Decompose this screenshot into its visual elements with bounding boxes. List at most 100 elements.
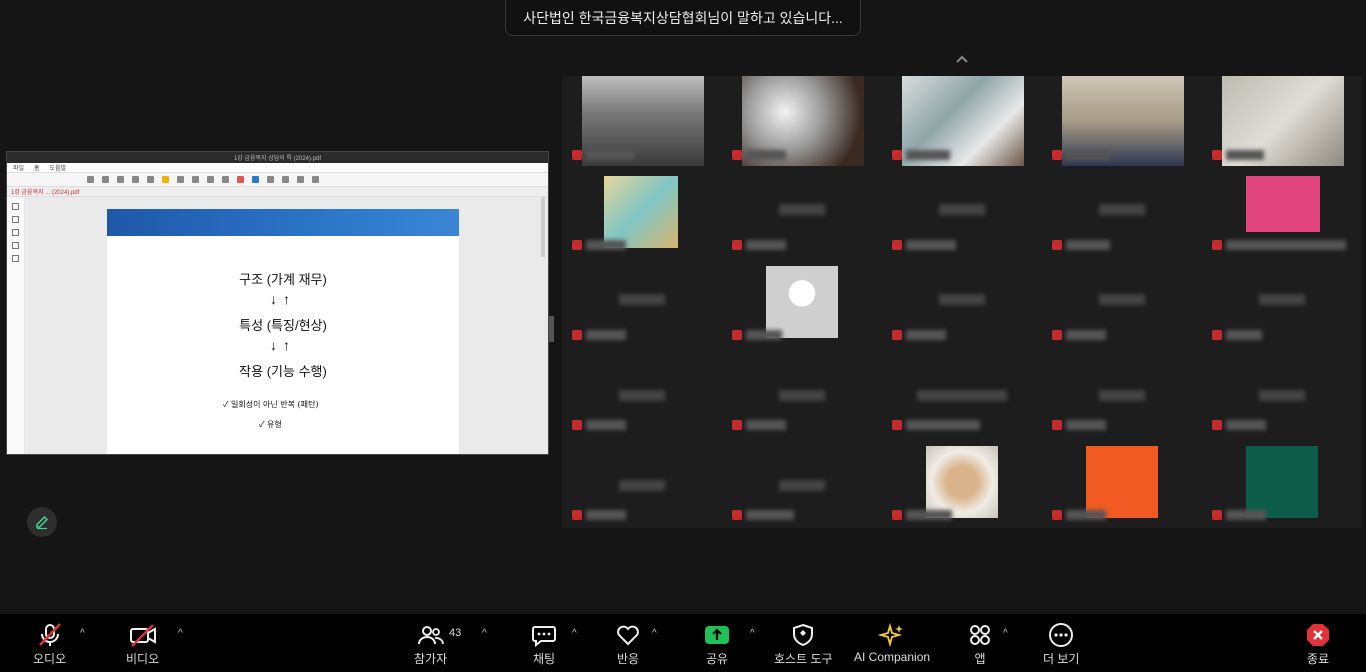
pdf-menubar: 파일 홈 도움말	[7, 163, 548, 173]
slide-arrows: ↓↑	[270, 337, 296, 353]
participant-tile[interactable]	[1202, 346, 1362, 436]
participant-tile[interactable]	[1042, 256, 1202, 346]
slide-banner	[107, 209, 459, 236]
mic-muted-icon	[732, 150, 742, 160]
resize-handle[interactable]	[549, 316, 554, 342]
heart-icon	[617, 625, 639, 646]
mic-muted-icon	[892, 240, 902, 250]
mic-muted-icon	[732, 330, 742, 340]
share-options-caret[interactable]: ^	[750, 628, 755, 639]
participant-tile[interactable]	[562, 166, 722, 256]
apps-icon	[970, 625, 990, 645]
more-button[interactable]: 더 보기	[1043, 622, 1079, 667]
mic-muted-icon	[1052, 240, 1062, 250]
pdf-page: 구조 (가계 재무) ↓↑ 특성 (특징/현상) ↓↑ 작용 (기능 수행) ✓…	[107, 209, 459, 454]
participant-count: 43	[449, 627, 462, 639]
mic-muted-icon	[732, 420, 742, 430]
attach-icon[interactable]	[12, 242, 19, 249]
participant-tile[interactable]	[882, 346, 1042, 436]
participant-tile[interactable]	[1202, 436, 1362, 526]
more-icon	[1049, 623, 1074, 647]
slide-bullet: ✓ 유형	[259, 420, 282, 429]
participant-tile[interactable]	[882, 76, 1042, 166]
mic-muted-icon	[1052, 330, 1062, 340]
apps-button[interactable]: 앱	[967, 622, 993, 667]
participant-tile[interactable]	[1202, 166, 1362, 256]
pdf-tab[interactable]: 1강 금융복지 ... (2024).pdf	[7, 187, 548, 197]
participant-tile[interactable]	[562, 256, 722, 346]
participant-tile[interactable]	[1202, 256, 1362, 346]
avatar	[1246, 446, 1318, 518]
thumbnail-icon[interactable]	[12, 203, 19, 210]
mic-muted-icon	[732, 510, 742, 520]
participant-tile[interactable]	[722, 436, 882, 526]
gallery-view	[562, 76, 1362, 528]
mic-muted-icon	[892, 330, 902, 340]
slide-bullet: ✓ 일회성이 아닌 반복 (패턴)	[223, 400, 319, 409]
video-button[interactable]: 비디오	[126, 622, 159, 667]
end-icon	[1307, 624, 1329, 646]
participant-tile[interactable]	[562, 436, 722, 526]
participants-icon	[417, 626, 444, 645]
participants-options-caret[interactable]: ^	[482, 628, 487, 639]
react-button[interactable]: 반응	[614, 622, 642, 667]
shared-screen[interactable]: 1강 금융복지 상담의 특 (2024).pdf 파일 홈 도움말 1강 금융복…	[6, 151, 549, 455]
participant-tile[interactable]	[882, 256, 1042, 346]
video-off-icon	[129, 624, 156, 647]
share-button[interactable]: 공유	[704, 622, 730, 667]
mic-muted-icon	[1212, 510, 1222, 520]
mic-muted-icon	[1052, 510, 1062, 520]
pdf-scrollbar[interactable]	[541, 197, 545, 257]
avatar	[1246, 176, 1320, 232]
speaking-banner: 사단법인 한국금융복지상담협회님이 말하고 있습니다...	[505, 0, 861, 36]
comment-icon[interactable]	[12, 229, 19, 236]
participant-tile[interactable]	[1042, 76, 1202, 166]
slide-arrows: ↓↑	[270, 291, 296, 307]
participant-tile[interactable]	[1042, 346, 1202, 436]
gallery-collapse-icon[interactable]	[955, 54, 969, 64]
mic-muted-icon	[572, 330, 582, 340]
participant-tile[interactable]	[882, 166, 1042, 256]
mic-muted-icon	[1212, 420, 1222, 430]
share-screen-icon	[705, 626, 729, 644]
participant-tile[interactable]	[722, 76, 882, 166]
avatar	[604, 176, 678, 248]
participant-tile[interactable]	[722, 346, 882, 436]
meeting-toolbar: 오디오 ^ 비디오 ^ 참가자 43 ^ 채팅 ^ 반응 ^ 공유 ^ 호스트 …	[0, 614, 1366, 672]
mic-muted-icon	[1052, 150, 1062, 160]
apps-options-caret[interactable]: ^	[1003, 628, 1008, 639]
slide-line-structure: 구조 (가계 재무)	[239, 272, 327, 287]
participant-tile[interactable]	[722, 256, 882, 346]
annotate-button[interactable]	[27, 507, 57, 537]
pdf-window-title: 1강 금융복지 상담의 특 (2024).pdf	[7, 152, 548, 163]
menu-item[interactable]: 홈	[34, 163, 40, 172]
host-tools-button[interactable]: 호스트 도구	[774, 622, 833, 667]
chat-button[interactable]: 채팅	[530, 622, 558, 667]
participant-tile[interactable]	[1202, 76, 1362, 166]
audio-options-caret[interactable]: ^	[80, 628, 85, 639]
participant-tile[interactable]	[1042, 436, 1202, 526]
mic-muted-icon	[572, 420, 582, 430]
participant-tile[interactable]	[722, 166, 882, 256]
menu-item[interactable]: 파일	[13, 163, 24, 172]
meeting-window: 사단법인 한국금융복지상담협회님이 말하고 있습니다... 1강 금융복지 상담…	[0, 0, 1366, 672]
chat-icon	[532, 626, 556, 648]
mic-muted-icon	[1212, 240, 1222, 250]
ai-companion-button[interactable]: AI Companion	[854, 622, 930, 664]
bookmark-icon[interactable]	[12, 216, 19, 223]
chat-options-caret[interactable]: ^	[572, 628, 577, 639]
end-meeting-button[interactable]: 종료	[1305, 622, 1331, 667]
participant-tile[interactable]	[562, 346, 722, 436]
participant-tile[interactable]	[562, 76, 722, 166]
react-options-caret[interactable]: ^	[652, 628, 657, 639]
audio-button[interactable]: 오디오	[33, 622, 66, 667]
participant-tile[interactable]	[1042, 166, 1202, 256]
video-options-caret[interactable]: ^	[178, 628, 183, 639]
participants-button[interactable]: 참가자	[414, 622, 447, 667]
mic-muted-icon	[892, 510, 902, 520]
participant-tile[interactable]	[882, 436, 1042, 526]
mic-muted-icon	[892, 420, 902, 430]
search-icon[interactable]	[12, 255, 19, 262]
menu-item[interactable]: 도움말	[50, 163, 67, 172]
mic-muted-icon	[1212, 150, 1222, 160]
